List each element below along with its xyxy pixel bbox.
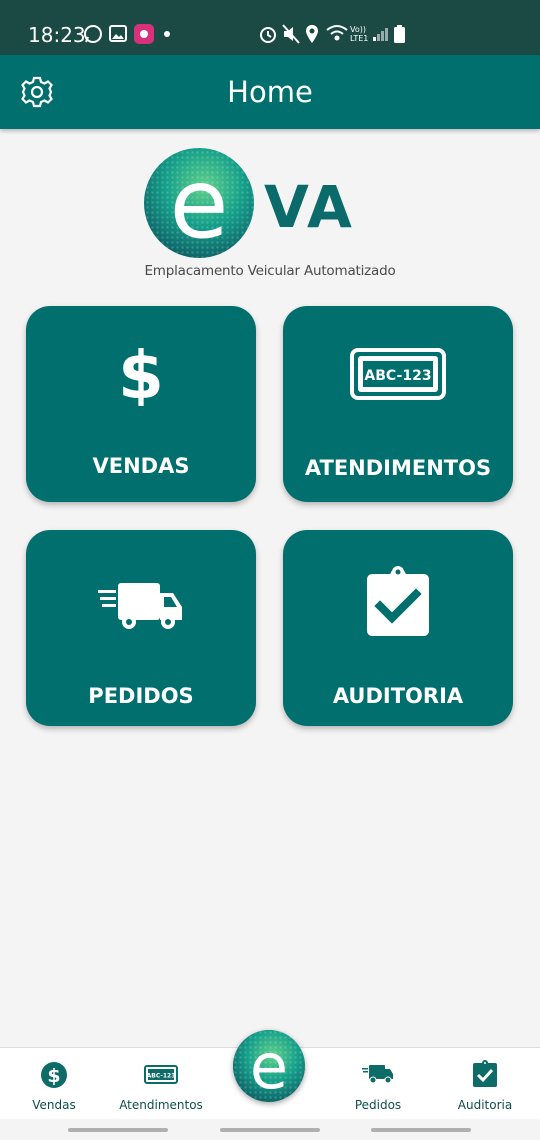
clipboard-check-icon [473, 1060, 497, 1087]
nav-item-atendimentos[interactable]: ABC-123 Atendimentos [111, 1048, 211, 1120]
more-notifications-dot [164, 31, 170, 37]
card-auditoria-label: AUDITORIA [332, 684, 464, 708]
nav-label-vendas: Vendas [32, 1098, 76, 1112]
plate-text: ABC-123 [364, 368, 431, 384]
card-vendas[interactable]: $ VENDAS [26, 306, 256, 502]
app-notification-icon [134, 24, 154, 44]
logo-brand-text: VA [264, 173, 354, 241]
page-title: Home [227, 75, 313, 109]
nav-plate-text: ABC-123 [147, 1073, 176, 1080]
delivery-truck-icon [362, 1065, 393, 1084]
card-vendas-label: VENDAS [92, 454, 190, 478]
eva-logo: e VA Emplacamento Veicular Automatizado [140, 145, 400, 285]
nav-item-vendas[interactable]: $ Vendas [4, 1048, 104, 1120]
network-type: Vo)) LTE1 [350, 25, 369, 43]
card-auditoria[interactable]: AUDITORIA [283, 530, 513, 726]
card-atendimentos[interactable]: ABC-123 ATENDIMENTOS [283, 306, 513, 502]
fab-letter-e: e [250, 1030, 288, 1102]
eva-logo-graphic: e VA [144, 148, 354, 260]
status-time: 18:23 [28, 23, 86, 47]
nav-item-auditoria[interactable]: Auditoria [435, 1048, 535, 1120]
gallery-icon [109, 25, 127, 42]
delivery-truck-icon [98, 583, 182, 629]
whatsapp-icon [84, 25, 102, 43]
gesture-pill-left[interactable] [68, 1128, 168, 1132]
home-center-button[interactable]: e [233, 1030, 305, 1102]
eva-logo-icon: e [233, 1030, 305, 1102]
card-atendimentos-label: ATENDIMENTOS [304, 456, 492, 480]
battery-icon [394, 25, 405, 43]
svg-text:$: $ [118, 337, 164, 406]
logo-tagline: Emplacamento Veicular Automatizado [144, 263, 396, 279]
system-gesture-bar [0, 1119, 540, 1140]
card-pedidos[interactable]: PEDIDOS [26, 530, 256, 726]
gesture-pill-right[interactable] [371, 1128, 471, 1132]
status-bar: 18:23 Vo)) LTE1 [0, 0, 540, 55]
mute-icon [282, 24, 300, 44]
signal-icon [373, 28, 388, 41]
location-icon [306, 25, 318, 43]
nav-label-atendimentos: Atendimentos [119, 1098, 203, 1112]
license-plate-icon: ABC-123 [144, 1065, 178, 1084]
dollar-icon: $ [118, 337, 164, 406]
dollar-circle-icon: $ [41, 1062, 67, 1088]
gesture-pill-center[interactable] [220, 1128, 320, 1132]
logo-letter-e: e [169, 148, 228, 260]
license-plate-icon: ABC-123 [350, 348, 446, 400]
wifi-icon [326, 25, 348, 41]
card-pedidos-label: PEDIDOS [88, 684, 194, 708]
app-bar: Home [0, 55, 540, 129]
nav-label-auditoria: Auditoria [457, 1098, 513, 1112]
nav-label-pedidos: Pedidos [354, 1098, 402, 1112]
nav-item-pedidos[interactable]: Pedidos [328, 1048, 428, 1120]
clipboard-check-icon [367, 566, 429, 636]
alarm-icon [260, 27, 276, 43]
svg-text:$: $ [47, 1065, 60, 1087]
